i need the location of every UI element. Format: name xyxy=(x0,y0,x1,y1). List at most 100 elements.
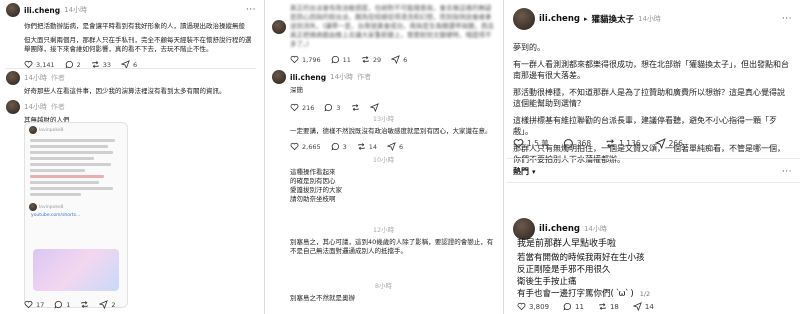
divider xyxy=(507,158,800,159)
post-header: ili.cheng ▸ 獾貓換太子 14小時 ··· xyxy=(513,8,792,30)
post-text: 別塞島之，其心可議，這到40幾歲的人除了影稱，要認證的會戀止，有不是自己無法面對… xyxy=(290,238,494,255)
send-icon xyxy=(654,138,666,149)
heart-icon xyxy=(517,302,526,311)
post-time: 14小時 xyxy=(24,103,47,111)
post-text: 別塞島之不然就是奧辦 xyxy=(290,294,355,302)
action-bar: 1,796 11 29 6 xyxy=(290,55,495,64)
avatar[interactable] xyxy=(513,8,535,30)
username[interactable]: ili.cheng xyxy=(24,6,60,15)
comment-button[interactable]: 3 xyxy=(324,103,341,112)
author-tag: 作者 xyxy=(357,73,372,81)
more-icon[interactable]: ··· xyxy=(246,5,256,15)
post-text: 一定要講，德樣不然說既沒有政治敏感度就是別有因心，大家識在意。 xyxy=(290,127,492,135)
username[interactable]: ili.cheng xyxy=(539,224,580,234)
repost-count: 29 xyxy=(372,55,382,64)
like-button[interactable]: 17 xyxy=(24,300,44,309)
reply-line: 若當有開做的時候我兩好在生小孩 xyxy=(517,253,645,263)
more-icon[interactable]: ··· xyxy=(782,14,792,24)
heart-icon xyxy=(24,300,33,309)
divider xyxy=(6,68,256,69)
share-count: 2 xyxy=(111,300,116,309)
avatar[interactable] xyxy=(6,3,20,17)
reply-text: 我是前那群人早點收手啦 xyxy=(517,239,617,249)
like-button[interactable]: 3,809 xyxy=(517,302,549,311)
chevron-down-icon[interactable]: ▾ xyxy=(532,168,536,176)
avatar[interactable] xyxy=(513,218,535,240)
comment-icon xyxy=(563,139,573,149)
username[interactable]: ili.cheng xyxy=(539,14,580,24)
like-button[interactable]: 1.5 萬 xyxy=(513,138,549,149)
comment-button[interactable]: 11 xyxy=(331,55,351,64)
comment-button[interactable]: 1 xyxy=(54,300,70,309)
share-button[interactable]: 14 xyxy=(632,302,654,311)
share-count: 6 xyxy=(403,55,408,64)
repost-button[interactable] xyxy=(80,300,89,309)
post-line: 請勿助奈坐枝啊 xyxy=(290,195,336,203)
comment-button[interactable]: 3 xyxy=(331,142,347,151)
share-button[interactable]: 6 xyxy=(387,142,403,151)
share-button[interactable] xyxy=(369,103,379,112)
reply-to-user[interactable]: 獾貓換太子 xyxy=(591,13,634,25)
sort-dropdown[interactable]: 熱門 xyxy=(513,166,529,177)
like-count: 17 xyxy=(36,300,45,309)
reply-post: 10小時 這種操作看起來 的確是別有因心 愛護拔別汙的大家 請勿助奈坐枝啊 xyxy=(268,154,499,204)
like-button[interactable]: 1,796 xyxy=(290,55,321,64)
thread-panel-left: ili.cheng 14小時 ··· 你們把活動辦詬病，是會讓平時看到有我好形象… xyxy=(0,0,262,314)
repost-button[interactable] xyxy=(351,103,360,112)
reply-lines: 若當有開做的時候我兩好在生小孩 反正剛陸是手邪不用很久 衛後生手按止痛 有手也會… xyxy=(517,252,790,300)
comment-icon xyxy=(324,103,333,112)
heart-icon xyxy=(513,139,524,149)
heart-icon xyxy=(290,103,299,112)
comment-count: 3 xyxy=(342,142,347,151)
paragraph: 這樣拼標基有維拉聯勸的台派長輩，建議停看聽，避免不小心指得一顆「歹戲」。 xyxy=(513,116,777,136)
send-icon xyxy=(387,142,396,151)
blurred-text xyxy=(25,137,127,201)
post-time: 12小時 xyxy=(372,226,395,234)
avatar[interactable] xyxy=(272,19,286,34)
heart-icon xyxy=(290,55,299,64)
post-time: 14小時 xyxy=(64,6,88,14)
paragraph: 夢到的。 xyxy=(513,43,545,52)
avatar[interactable] xyxy=(6,71,20,85)
reply-post: 真正的台派會有政治敏感度，也絕對不可能隨意與，會去做這樣的無疑是因心因與的假台派… xyxy=(268,4,499,64)
username[interactable]: ili.cheng xyxy=(290,73,326,82)
reply-post: ili.cheng 14小時 作者 深簡 216 3 xyxy=(268,70,499,112)
post-line: 的確是別有因心 xyxy=(290,177,336,185)
post-text: 這種操作看起來 的確是別有因心 愛護拔別汙的大家 請勿助奈坐枝啊 xyxy=(290,168,495,204)
repost-icon xyxy=(599,303,606,310)
sort-bar: 熱門 ▾ ··· xyxy=(513,166,792,177)
repost-button[interactable]: 1,136 xyxy=(605,138,641,149)
repost-icon xyxy=(362,56,369,63)
repost-button[interactable]: 14 xyxy=(357,142,377,151)
more-icon[interactable]: ··· xyxy=(782,167,792,177)
repost-button[interactable]: 29 xyxy=(361,55,381,64)
post-text: 好奇那些人在看這件事，因少我的演算法裡沒有看到太多有關的資訊。 xyxy=(24,87,226,95)
post-time: 13小時 xyxy=(372,115,395,123)
comment-button[interactable]: 11 xyxy=(563,302,584,311)
repost-button[interactable]: 18 xyxy=(598,302,619,311)
embedded-screenshot[interactable]: lovinpoke8 lovinpoke8 youtube.com/shorts… xyxy=(24,122,128,308)
like-count: 1.5 萬 xyxy=(527,139,549,148)
share-button[interactable]: 266 xyxy=(654,138,683,149)
comment-button[interactable]: 368 xyxy=(563,138,591,149)
post-time: 10小時 xyxy=(372,156,395,164)
avatar[interactable] xyxy=(272,70,286,84)
action-bar: 17 1 2 xyxy=(24,300,116,309)
like-button[interactable]: 2,665 xyxy=(290,142,321,151)
repost-icon xyxy=(351,104,359,111)
share-count: 6 xyxy=(399,142,404,151)
post-time: 14小時 xyxy=(583,225,607,233)
share-button[interactable]: 6 xyxy=(391,55,407,64)
post-text: 真正的台派會有政治敏感度，也絕對不可能隨意與，會去做這樣的無疑是因心因與的假台派… xyxy=(290,4,495,48)
share-button[interactable]: 2 xyxy=(99,300,116,309)
avatar xyxy=(29,203,37,211)
comment-count: 3 xyxy=(336,103,341,112)
like-button[interactable]: 216 xyxy=(290,103,314,112)
heart-icon xyxy=(290,142,299,151)
avatar[interactable] xyxy=(6,100,20,114)
repost-icon xyxy=(81,301,89,308)
thread-panel-middle: 真正的台派會有政治敏感度，也絕對不可能隨意與，會去做這樣的無疑是因心因與的假台派… xyxy=(268,0,499,314)
reply-header: ili.cheng 14小時 xyxy=(513,218,792,240)
repost-count: 18 xyxy=(609,302,619,311)
action-bar: 1.5 萬 368 1,136 266 xyxy=(513,138,683,149)
